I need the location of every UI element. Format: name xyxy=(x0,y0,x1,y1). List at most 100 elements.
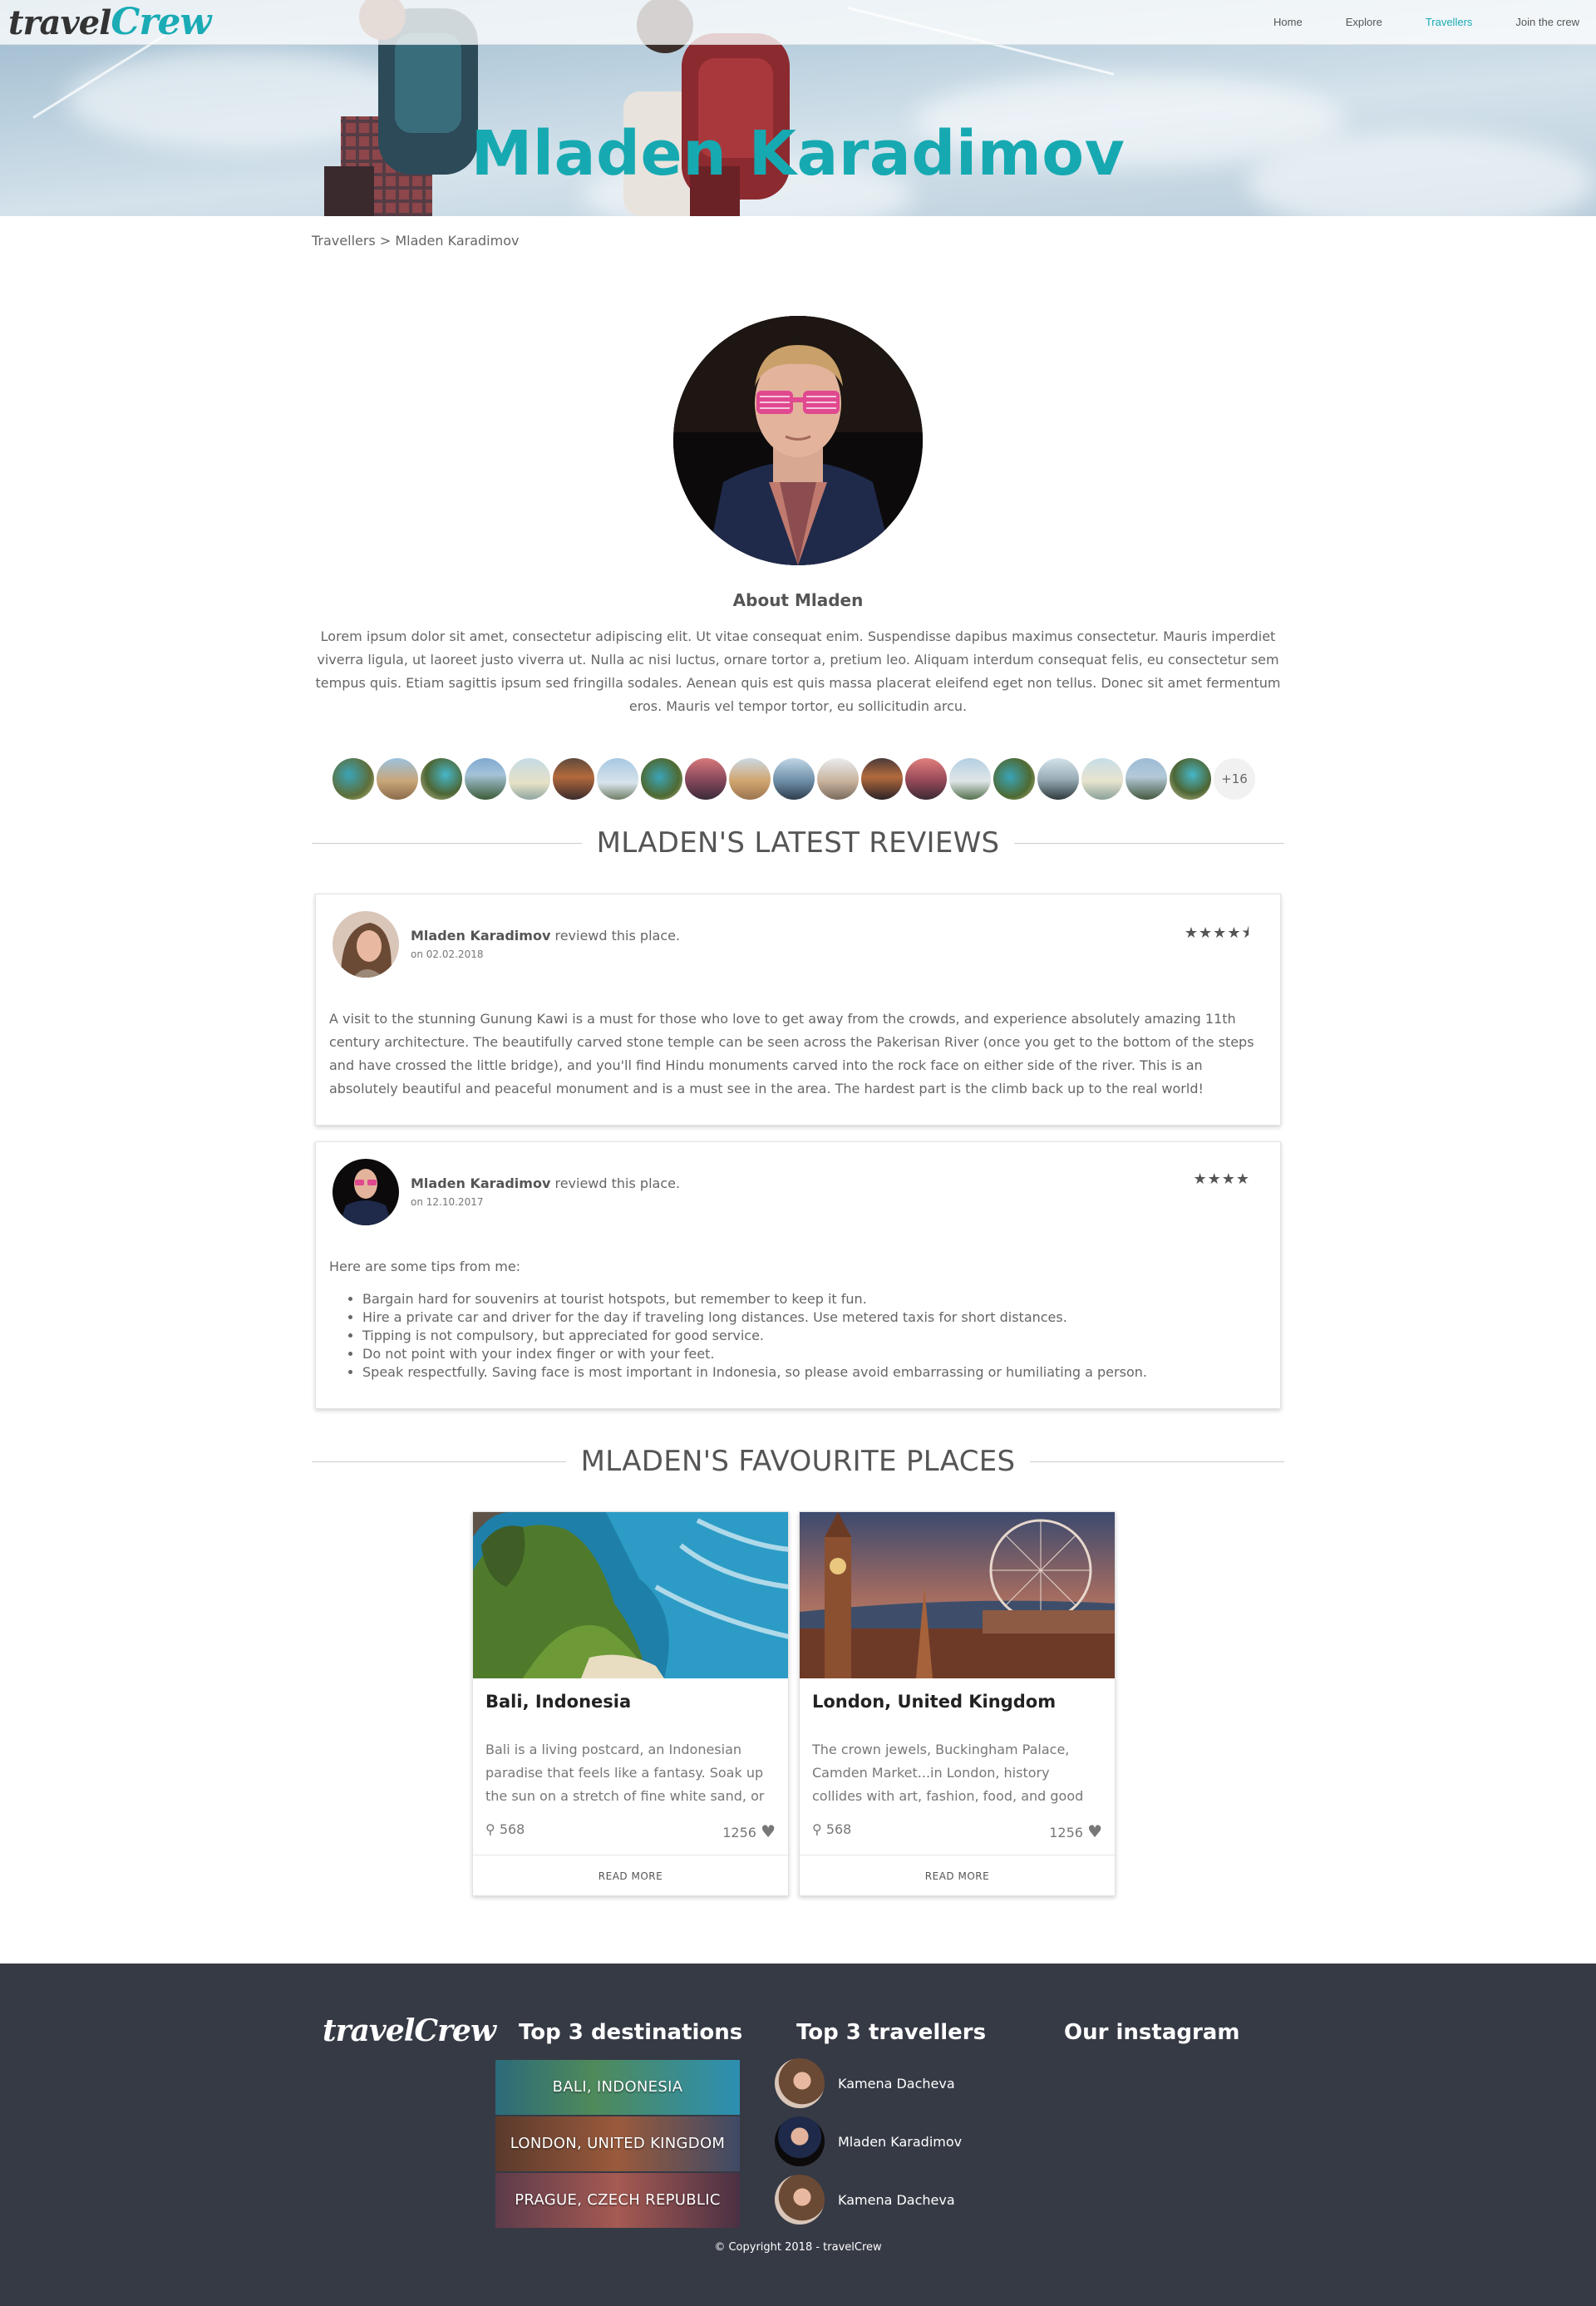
heading-divider xyxy=(312,1461,566,1462)
visited-place-thumb[interactable] xyxy=(1037,758,1079,800)
place-image-bali[interactable] xyxy=(473,1512,788,1678)
rating-stars: ★★★★⯨ xyxy=(1184,924,1250,942)
pin-count-value: 568 xyxy=(825,1821,852,1837)
footer-logo[interactable]: travelCrew xyxy=(323,2013,496,2048)
top-travellers-title: Top 3 travellers xyxy=(796,2020,987,2045)
top-navbar: travelCrew Home Explore Travellers Join … xyxy=(0,0,1596,45)
review-author[interactable]: Mladen Karadimov xyxy=(411,1175,550,1191)
heading-divider xyxy=(312,842,582,844)
read-more-button[interactable]: READ MORE xyxy=(800,1855,1115,1895)
visited-place-thumb[interactable] xyxy=(729,758,771,800)
traveller-avatar xyxy=(775,2175,825,2225)
reviewer-avatar[interactable] xyxy=(332,911,399,978)
brand-logo[interactable]: travelCrew xyxy=(8,1,211,44)
visited-place-thumb[interactable] xyxy=(1126,758,1167,800)
rating-stars: ★★★★ xyxy=(1193,1170,1250,1188)
destination-label: BALI, INDONESIA xyxy=(552,2078,683,2096)
review-intro: Here are some tips from me: xyxy=(329,1259,521,1274)
heading-divider xyxy=(1030,1461,1285,1462)
nav-explore[interactable]: Explore xyxy=(1346,15,1382,30)
review-card: Mladen Karadimov reviewd this place. on … xyxy=(315,894,1281,1126)
review-date: on 12.10.2017 xyxy=(411,1196,484,1208)
visited-place-thumb[interactable] xyxy=(993,758,1035,800)
traveller-item[interactable]: Kamena Dacheva xyxy=(775,2175,955,2225)
like-count: 1256 ♥ xyxy=(1049,1821,1102,1841)
place-description: The crown jewels, Buckingham Palace, Cam… xyxy=(812,1742,1084,1804)
review-card: Mladen Karadimov reviewd this place. on … xyxy=(315,1141,1281,1409)
nav-travellers[interactable]: Travellers xyxy=(1426,15,1473,30)
more-places-badge[interactable]: +16 xyxy=(1214,758,1255,800)
review-text: Here are some tips from me: Bargain hard… xyxy=(329,1255,1267,1382)
visited-place-thumb[interactable] xyxy=(597,758,638,800)
visited-place-thumb[interactable] xyxy=(641,758,682,800)
place-image-london[interactable] xyxy=(800,1512,1115,1678)
logo-text-travel: travel xyxy=(8,3,111,42)
destination-label: LONDON, UNITED KINGDOM xyxy=(510,2135,726,2152)
footer-logo-travel: travel xyxy=(323,2013,415,2048)
read-more-button[interactable]: READ MORE xyxy=(473,1855,788,1895)
destination-tile[interactable]: LONDON, UNITED KINGDOM xyxy=(495,2116,740,2171)
destination-tile[interactable]: PRAGUE, CZECH REPUBLIC xyxy=(495,2173,740,2228)
visited-place-thumb[interactable] xyxy=(1081,758,1123,800)
nav-home[interactable]: Home xyxy=(1273,15,1303,30)
visited-place-thumb[interactable] xyxy=(685,758,727,800)
traveller-item[interactable]: Mladen Karadimov xyxy=(775,2116,962,2166)
profile-avatar xyxy=(673,316,923,565)
breadcrumb[interactable]: Travellers > Mladen Karadimov xyxy=(312,233,519,249)
traveller-avatar xyxy=(775,2058,825,2108)
visited-place-thumb[interactable] xyxy=(817,758,859,800)
logo-text-crew: Crew xyxy=(111,1,211,43)
heart-icon[interactable]: ♥ xyxy=(1087,1821,1102,1841)
footer-logo-crew: Crew xyxy=(414,2013,496,2048)
review-author-line: Mladen Karadimov reviewd this place. xyxy=(411,1175,680,1191)
tips-list: Bargain hard for souvenirs at tourist ho… xyxy=(362,1290,1267,1382)
visited-place-thumb[interactable] xyxy=(421,758,462,800)
place-title[interactable]: Bali, Indonesia xyxy=(485,1692,631,1712)
place-title[interactable]: London, United Kingdom xyxy=(812,1692,1056,1712)
heading-divider xyxy=(1014,842,1285,844)
traveller-avatar xyxy=(775,2116,825,2166)
about-title: About Mladen xyxy=(732,590,864,610)
visited-place-thumb[interactable] xyxy=(905,758,947,800)
visited-place-thumb[interactable] xyxy=(377,758,418,800)
visited-place-thumb[interactable] xyxy=(949,758,991,800)
place-card-bali: Bali, Indonesia Bali is a living postcar… xyxy=(472,1511,789,1896)
destination-tile[interactable]: BALI, INDONESIA xyxy=(495,2060,740,2115)
like-count: 1256 ♥ xyxy=(722,1821,776,1841)
like-count-value: 1256 xyxy=(1049,1825,1083,1840)
main-nav: Home Explore Travellers Join the crew xyxy=(1273,15,1596,30)
visited-place-thumb[interactable] xyxy=(1170,758,1211,800)
review-author[interactable]: Mladen Karadimov xyxy=(411,928,550,944)
heart-icon[interactable]: ♥ xyxy=(761,1821,776,1841)
reviewer-avatar[interactable] xyxy=(332,1159,399,1225)
visited-place-thumb[interactable] xyxy=(773,758,815,800)
page-title: Mladen Karadimov xyxy=(470,118,1126,190)
review-text: A visit to the stunning Gunung Kawi is a… xyxy=(329,1011,1254,1096)
reviews-heading: MLADEN'S LATEST REVIEWS xyxy=(312,826,1285,860)
place-description: Bali is a living postcard, an Indonesian… xyxy=(485,1742,765,1804)
tip-item: Do not point with your index finger or w… xyxy=(362,1345,1267,1363)
instagram-title: Our instagram xyxy=(1064,2020,1240,2045)
about-text: Lorem ipsum dolor sit amet, consectetur … xyxy=(315,628,1281,714)
review-action-text: reviewd this place. xyxy=(550,928,681,944)
pin-count: ⚲ 568 xyxy=(485,1821,525,1837)
tip-item: Bargain hard for souvenirs at tourist ho… xyxy=(362,1290,1267,1308)
nav-join-the-crew[interactable]: Join the crew xyxy=(1515,15,1579,30)
place-card-london: London, United Kingdom The crown jewels,… xyxy=(799,1511,1116,1896)
tip-item: Hire a private car and driver for the da… xyxy=(362,1308,1267,1327)
visited-place-thumb[interactable] xyxy=(465,758,506,800)
reviews-heading-text: MLADEN'S LATEST REVIEWS xyxy=(596,826,1000,860)
traveller-name: Mladen Karadimov xyxy=(838,2133,963,2150)
traveller-name: Kamena Dacheva xyxy=(838,2191,955,2208)
visited-places-row: +16 xyxy=(332,758,1255,800)
traveller-item[interactable]: Kamena Dacheva xyxy=(775,2058,955,2108)
visited-place-thumb[interactable] xyxy=(509,758,550,800)
visited-place-thumb[interactable] xyxy=(332,758,374,800)
map-pin-icon: ⚲ xyxy=(485,1821,495,1837)
pin-count: ⚲ 568 xyxy=(812,1821,851,1837)
favourites-heading-text: MLADEN'S FAVOURITE PLACES xyxy=(580,1445,1016,1478)
visited-place-thumb[interactable] xyxy=(861,758,903,800)
visited-place-thumb[interactable] xyxy=(553,758,594,800)
map-pin-icon: ⚲ xyxy=(812,1821,822,1837)
copyright: © Copyright 2018 - travelCrew xyxy=(714,2241,882,2254)
